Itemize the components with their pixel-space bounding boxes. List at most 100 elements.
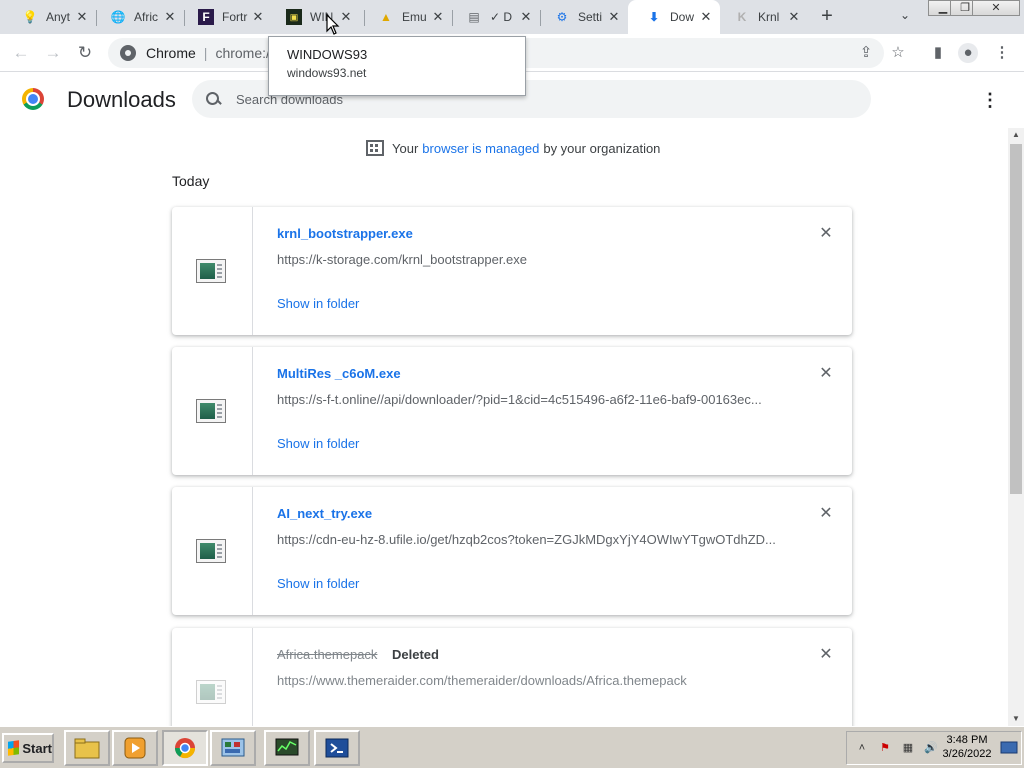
tab-anything[interactable]: 💡 Anyt ✕: [4, 4, 96, 30]
profile-avatar-icon[interactable]: ●: [958, 43, 978, 63]
remove-download-button[interactable]: ✕: [816, 364, 836, 384]
close-icon[interactable]: ✕: [338, 9, 354, 25]
download-filename-link[interactable]: AI_next_try.exe: [277, 506, 372, 521]
tab-emu[interactable]: ▲ Emu ✕: [360, 4, 452, 30]
network-icon[interactable]: ▦: [901, 741, 915, 755]
lightbulb-icon: 💡: [22, 10, 38, 24]
folder-icon: [74, 738, 100, 759]
tray-expand-icon[interactable]: ˄: [855, 741, 869, 755]
download-filename-link[interactable]: krnl_bootstrapper.exe: [277, 226, 413, 241]
start-button[interactable]: Start: [2, 733, 54, 763]
emu-icon: ▲: [380, 10, 392, 24]
new-tab-button[interactable]: +: [816, 6, 838, 28]
krnl-icon: K: [737, 10, 747, 24]
tab-doc[interactable]: ▤ ✓ D ✕: [448, 4, 540, 30]
exe-file-icon: [196, 399, 226, 423]
download-source-url[interactable]: https://cdn-eu-hz-8.ufile.io/get/hzqb2co…: [277, 532, 777, 547]
omnibox-separator: |: [203, 45, 208, 61]
tab-windows93[interactable]: ▣ WIN ✕: [268, 4, 360, 30]
close-icon[interactable]: ✕: [698, 9, 714, 25]
close-icon[interactable]: ✕: [430, 9, 446, 25]
close-icon[interactable]: ✕: [162, 9, 178, 25]
network-taskbar-button[interactable]: [264, 730, 310, 766]
omnibox-url: chrome://: [215, 45, 274, 61]
tooltip-title: WINDOWS93: [287, 47, 368, 62]
download-filename-link[interactable]: MultiRes _c6oM.exe: [277, 366, 401, 381]
tab-settings[interactable]: ⚙ Setti ✕: [536, 4, 628, 30]
close-icon[interactable]: ✕: [786, 9, 802, 25]
action-center-icon[interactable]: ⚑: [878, 741, 892, 755]
share-icon[interactable]: ⇪: [856, 43, 876, 63]
exe-file-icon: [196, 259, 226, 283]
download-icon: ⬇: [648, 10, 660, 24]
tab-hover-tooltip: WINDOWS93 windows93.net: [268, 36, 526, 96]
managed-notice: Your browser is managed by your organiza…: [366, 140, 660, 156]
exe-file-icon: [196, 539, 226, 563]
chrome-secure-icon[interactable]: [120, 45, 136, 61]
show-desktop-icon[interactable]: [1000, 741, 1018, 755]
download-source-url[interactable]: https://s-f-t.online//api/downloader/?pi…: [277, 392, 777, 407]
more-actions-icon[interactable]: ⋮: [980, 90, 1000, 110]
side-panel-icon[interactable]: ▮: [928, 43, 948, 63]
reload-button[interactable]: ↻: [74, 42, 96, 64]
section-header-today: Today: [172, 173, 210, 189]
close-icon[interactable]: ✕: [606, 9, 622, 25]
control-panel-icon: [221, 738, 245, 757]
powershell-taskbar-button[interactable]: [314, 730, 360, 766]
remove-download-button[interactable]: ✕: [816, 645, 836, 665]
remove-download-button[interactable]: ✕: [816, 504, 836, 524]
download-source-url[interactable]: https://www.themeraider.com/themeraider/…: [277, 673, 777, 688]
gear-icon: ⚙: [556, 10, 568, 24]
show-in-folder-link[interactable]: Show in folder: [277, 296, 359, 311]
download-status-label: Deleted: [392, 647, 439, 662]
control-panel-taskbar-button[interactable]: [210, 730, 256, 766]
volume-icon[interactable]: 🔊: [924, 741, 938, 755]
powershell-icon: [325, 738, 349, 758]
download-source-url[interactable]: https://k-storage.com/krnl_bootstrapper.…: [277, 252, 777, 267]
chrome-menu-icon[interactable]: ⋮: [992, 43, 1012, 63]
close-icon[interactable]: ✕: [518, 9, 534, 25]
scrollbar-thumb[interactable]: [1010, 144, 1022, 494]
back-button[interactable]: ←: [10, 42, 32, 64]
download-item: MultiRes _c6oM.exe https://s-f-t.online/…: [172, 347, 852, 475]
tab-fortress[interactable]: F Fortr ✕: [180, 4, 272, 30]
system-tray: ˄ ⚑ ▦ 🔊: [846, 731, 1022, 765]
close-window-button[interactable]: ✕: [972, 0, 1020, 16]
fortress-icon: F: [198, 9, 214, 25]
clock-date: 3/26/2022: [942, 748, 992, 760]
tab-search-icon[interactable]: ⌄: [896, 8, 914, 26]
close-icon[interactable]: ✕: [74, 9, 90, 25]
scroll-down-arrow[interactable]: ▼: [1008, 712, 1024, 726]
show-in-folder-link[interactable]: Show in folder: [277, 436, 359, 451]
omnibox-site-label: Chrome: [146, 45, 196, 61]
forward-button[interactable]: →: [42, 42, 64, 64]
windows-logo-icon: [8, 740, 20, 756]
chrome-taskbar-button[interactable]: [162, 730, 208, 766]
clock-time: 3:48 PM: [946, 734, 988, 746]
network-monitor-icon: [275, 738, 299, 756]
bookmark-star-icon[interactable]: ☆: [888, 43, 908, 63]
page-scrollbar[interactable]: ▲ ▼: [1008, 128, 1024, 726]
tab-africa[interactable]: 🌐 Afric ✕: [92, 4, 184, 30]
tab-downloads[interactable]: ⬇ Dow ✕: [628, 0, 720, 34]
download-item: krnl_bootstrapper.exe https://k-storage.…: [172, 207, 852, 335]
tooltip-url: windows93.net: [287, 66, 367, 80]
scroll-up-arrow[interactable]: ▲: [1008, 128, 1024, 142]
doc-icon: ▤: [468, 10, 480, 24]
show-in-folder-link[interactable]: Show in folder: [277, 576, 359, 591]
search-icon[interactable]: [204, 90, 222, 108]
tab-krnl[interactable]: K Krnl ✕: [716, 4, 808, 30]
download-item-deleted: Africa.themepack Deleted https://www.the…: [172, 628, 852, 726]
downloads-list: Your browser is managed by your organiza…: [0, 128, 1008, 726]
tab-strip: 💡 Anyt ✕ 🌐 Afric ✕ F Fortr ✕ ▣ WIN ✕ ▲ E…: [0, 0, 1024, 34]
media-player-taskbar-button[interactable]: [112, 730, 158, 766]
download-filename: Africa.themepack: [277, 647, 378, 662]
managed-link[interactable]: browser is managed: [422, 141, 539, 156]
remove-download-button[interactable]: ✕: [816, 224, 836, 244]
chrome-logo-icon: [22, 88, 44, 110]
windows93-icon: ▣: [286, 9, 302, 25]
close-icon[interactable]: ✕: [250, 9, 266, 25]
taskbar-clock[interactable]: 3:48 PM 3/26/2022: [940, 733, 994, 761]
file-icon: [196, 680, 226, 704]
explorer-taskbar-button[interactable]: [64, 730, 110, 766]
